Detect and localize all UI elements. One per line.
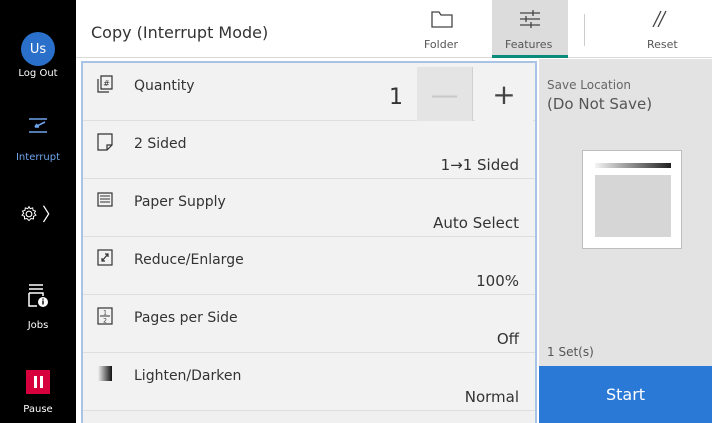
settings-menu-button[interactable]: 〉	[20, 200, 60, 228]
interrupt-label[interactable]: Interrupt	[0, 152, 76, 163]
paper-supply-value: Auto Select	[433, 214, 519, 232]
reduce-enlarge-icon	[97, 249, 113, 266]
left-sidebar: Us Log Out Interrupt 〉 Jobs Pause	[0, 0, 76, 423]
page-preview-image	[595, 175, 671, 237]
features-label: Features	[505, 38, 553, 51]
reduce-enlarge-row[interactable]: Reduce/Enlarge 100%	[83, 237, 535, 295]
two-sided-row[interactable]: 2 Sided 1→1 Sided	[83, 121, 535, 179]
lighten-darken-value: Normal	[464, 388, 519, 406]
reset-button[interactable]: Reset	[614, 0, 704, 58]
copy-screen: Us Log Out Interrupt 〉 Jobs Pause Copy (…	[0, 0, 712, 423]
lighten-darken-row[interactable]: Lighten/Darken Normal	[83, 353, 535, 411]
pages-per-side-value: Off	[496, 330, 519, 348]
reset-icon	[652, 10, 667, 28]
reset-label: Reset	[647, 38, 678, 51]
reduce-enlarge-value: 100%	[476, 272, 519, 290]
svg-text:#: #	[103, 79, 110, 88]
quantity-increment-button[interactable]: +	[475, 67, 533, 121]
page-preview-density-bar	[595, 163, 671, 168]
quantity-value[interactable]: 1	[389, 85, 403, 110]
quantity-decrement-button[interactable]: —	[417, 67, 473, 121]
sets-count: 1 Set(s)	[547, 345, 594, 359]
features-button[interactable]: Features	[492, 0, 568, 58]
lighten-darken-label: Lighten/Darken	[134, 368, 242, 384]
start-button[interactable]: Start	[539, 366, 712, 423]
folder-button[interactable]: Folder	[412, 0, 472, 58]
quantity-icon: #	[97, 75, 113, 93]
lighten-darken-icon	[98, 366, 112, 381]
two-sided-label: 2 Sided	[134, 136, 187, 152]
paper-tray-icon	[97, 192, 113, 207]
pages-per-side-row[interactable]: 1 2 Pages per Side Off	[83, 295, 535, 353]
interrupt-icon[interactable]	[26, 115, 50, 137]
pause-icon	[33, 376, 37, 388]
header-bar: Copy (Interrupt Mode) Folder Features Re…	[76, 0, 712, 58]
paper-supply-label: Paper Supply	[134, 194, 226, 210]
pause-button[interactable]	[26, 370, 50, 394]
two-sided-value: 1→1 Sided	[440, 156, 519, 174]
pages-per-side-label: Pages per Side	[134, 310, 238, 326]
sliders-icon	[520, 10, 540, 28]
quantity-row: # Quantity 1 — +	[83, 63, 535, 121]
header-divider	[584, 14, 585, 46]
gear-icon	[21, 205, 37, 222]
quantity-label: Quantity	[134, 78, 195, 94]
save-location-value: (Do Not Save)	[547, 95, 653, 113]
jobs-icon[interactable]	[26, 282, 50, 310]
svg-text:1: 1	[103, 310, 107, 317]
page-fold-icon	[97, 133, 113, 151]
jobs-label[interactable]: Jobs	[0, 320, 76, 331]
folder-icon	[431, 11, 453, 28]
page-preview-thumbnail	[582, 150, 682, 249]
page-title: Copy (Interrupt Mode)	[91, 23, 269, 42]
folder-label: Folder	[424, 38, 458, 51]
paper-supply-row[interactable]: Paper Supply Auto Select	[83, 179, 535, 237]
chevron-right-icon: 〉	[42, 205, 60, 226]
save-location-label: Save Location	[547, 78, 632, 92]
pause-label[interactable]: Pause	[0, 404, 76, 415]
svg-text:2: 2	[103, 318, 107, 325]
user-avatar[interactable]: Us	[21, 32, 55, 66]
pages-per-side-icon: 1 2	[97, 307, 113, 325]
preview-panel: Save Location (Do Not Save) 1 Set(s)	[539, 59, 712, 366]
settings-list[interactable]: # Quantity 1 — + 2 Sided 1→1 Sided Paper…	[81, 61, 537, 423]
logout-label[interactable]: Log Out	[0, 68, 76, 79]
reduce-enlarge-label: Reduce/Enlarge	[134, 252, 244, 268]
